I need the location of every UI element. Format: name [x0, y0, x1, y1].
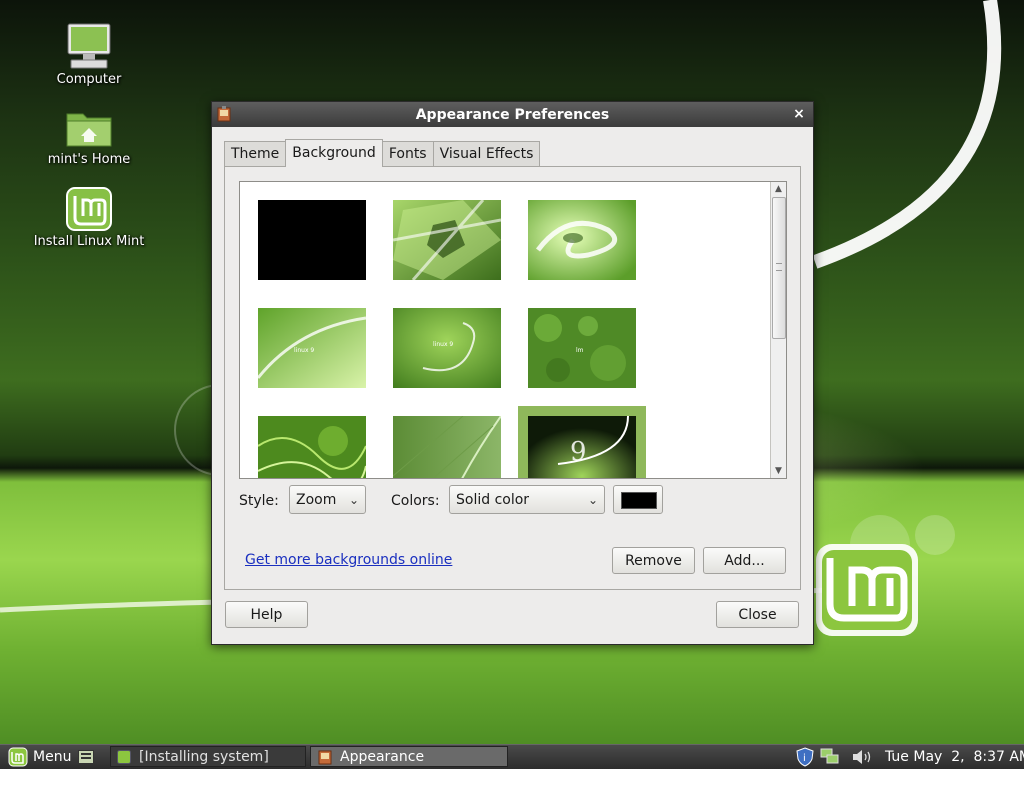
window-titlebar[interactable]: Appearance Preferences ×: [212, 102, 813, 127]
svg-text:9: 9: [570, 437, 587, 467]
linux-mint-logo: [816, 544, 918, 636]
computer-icon: [67, 23, 111, 69]
wallpaper-thumb-mint-bokeh[interactable]: lm: [528, 308, 636, 388]
style-label: Style:: [239, 493, 279, 509]
task-label: [Installing system]: [139, 749, 269, 765]
scroll-down-icon[interactable]: ▼: [771, 464, 786, 478]
appearance-app-icon: [217, 106, 231, 122]
appearance-app-icon: [318, 750, 332, 765]
show-desktop-icon[interactable]: [76, 745, 96, 769]
wallpaper-thumb-mint-green-wave[interactable]: linux 9: [393, 308, 501, 388]
wallpaper-list[interactable]: linux 9 linux 9 lm 9 ▲ ▼: [239, 181, 787, 479]
linux-mint-install-icon: [66, 187, 112, 231]
svg-text:linux 9: linux 9: [433, 341, 453, 348]
close-button[interactable]: Close: [716, 601, 799, 628]
tab-fonts[interactable]: Fonts: [381, 141, 434, 166]
wallpaper-thumb-green-geometric[interactable]: [393, 200, 501, 280]
wallpaper-thumb-mint-9-dark[interactable]: 9: [518, 406, 646, 479]
volume-icon[interactable]: [852, 745, 876, 769]
task-label: Appearance Preferences: [340, 749, 425, 786]
menu-button[interactable]: Menu: [4, 745, 72, 769]
task-appearance-preferences[interactable]: Appearance Preferences: [310, 746, 508, 786]
bottom-panel: Menu [Installing system] Appearance Pref…: [0, 744, 1024, 786]
desktop-icon-label: Computer: [56, 72, 122, 87]
close-window-icon[interactable]: ×: [791, 105, 807, 123]
desktop-icon-computer[interactable]: Computer: [24, 22, 154, 87]
desktop-icon-label: Install Linux Mint: [33, 234, 145, 249]
menu-label: Menu: [33, 749, 72, 765]
scroll-up-icon[interactable]: ▲: [771, 182, 786, 196]
wallpaper-thumb-green-abstract[interactable]: [258, 416, 366, 479]
chevron-down-icon: ⌄: [587, 493, 598, 507]
add-button[interactable]: Add...: [703, 547, 786, 574]
clock[interactable]: Tue May 2, 8:37 AM: [885, 745, 1024, 769]
desktop-icon-home[interactable]: mint's Home: [24, 106, 154, 167]
svg-text:linux 9: linux 9: [294, 347, 314, 354]
task-installing-system[interactable]: [Installing system]: [110, 746, 306, 767]
colors-label: Colors:: [391, 493, 440, 509]
colors-value: Solid color: [456, 492, 530, 508]
desktop-icon-label: mint's Home: [47, 152, 131, 167]
shield-icon: i: [796, 747, 814, 767]
desktop-icon-install-linux-mint[interactable]: Install Linux Mint: [24, 186, 154, 249]
wallpaper-thumb-mint-light-curve[interactable]: linux 9: [258, 308, 366, 388]
colors-combo[interactable]: Solid color ⌄: [449, 485, 605, 514]
appearance-preferences-window: Appearance Preferences × Theme Backgroun…: [211, 101, 814, 645]
home-folder-icon: [66, 113, 112, 147]
style-value: Zoom: [296, 492, 337, 508]
linux-mint-menu-icon: [8, 747, 28, 767]
tab-theme[interactable]: Theme: [224, 141, 287, 166]
svg-text:i: i: [803, 753, 806, 764]
svg-text:lm: lm: [576, 347, 584, 354]
tab-visual-effects[interactable]: Visual Effects: [432, 141, 541, 166]
scrollbar-thumb[interactable]: [772, 197, 786, 339]
window-title: Appearance Preferences: [415, 106, 610, 123]
wallpaper-thumb-black[interactable]: [258, 200, 366, 280]
wallpaper-list-scrollbar[interactable]: ▲ ▼: [770, 182, 786, 478]
help-button[interactable]: Help: [225, 601, 308, 628]
get-more-backgrounds-link[interactable]: Get more backgrounds online: [245, 552, 452, 568]
tab-background[interactable]: Background: [285, 139, 383, 167]
background-tab-panel: linux 9 linux 9 lm 9 ▲ ▼ Style: Zoom ⌄ C…: [224, 166, 801, 590]
desktop-icon: [78, 750, 94, 764]
update-shield-icon[interactable]: i: [796, 745, 816, 769]
window-icon: [117, 750, 131, 764]
wallpaper-thumb-green-swirl[interactable]: [528, 200, 636, 280]
remove-button[interactable]: Remove: [612, 547, 695, 574]
network-monitors-icon: [820, 748, 839, 764]
color-picker-button[interactable]: [613, 485, 663, 514]
wallpaper-thumb-green-leaf[interactable]: [393, 416, 501, 479]
color-swatch: [621, 492, 657, 509]
chevron-down-icon: ⌄: [348, 493, 359, 507]
speaker-icon: [853, 750, 871, 764]
network-icon[interactable]: [820, 745, 842, 769]
style-combo[interactable]: Zoom ⌄: [289, 485, 366, 514]
tab-bar: Theme Background Fonts Visual Effects: [224, 139, 541, 167]
